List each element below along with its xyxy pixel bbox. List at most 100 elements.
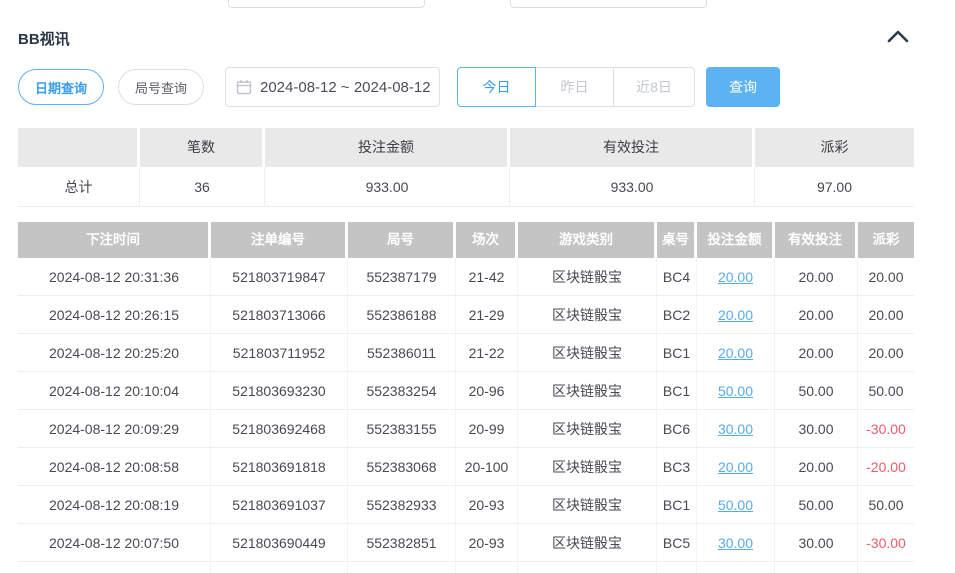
cell-bet-amount-link[interactable]: 30.00 [718, 535, 753, 551]
round-query-tab[interactable]: 局号查询 [118, 69, 204, 105]
summary-count: 36 [140, 167, 265, 207]
top-input-partial-1[interactable] [228, 0, 425, 8]
cell-bet-amount-link[interactable]: 20.00 [718, 307, 753, 323]
summary-total-row: 总计 36 933.00 933.00 97.00 [18, 167, 914, 207]
cell-game-type: 区块链骰宝 [518, 334, 657, 372]
cell-order-no: 521803713066 [211, 296, 348, 334]
table-row: 2024-08-12 20:25:20 521803711952 5523860… [18, 334, 914, 372]
summary-header-cell-count: 笔数 [140, 128, 265, 167]
table-row: 2024-08-12 20:31:36 521803719847 5523871… [18, 258, 914, 296]
cell-round-no: 552383068 [348, 448, 456, 486]
cell-bet-time: 2024-08-12 20:08:58 [18, 448, 211, 486]
cell-table-no: BC2 [657, 296, 697, 334]
summary-payout: 97.00 [755, 167, 914, 207]
cell-table-no: BC1 [657, 372, 697, 410]
cell-session: 21-22 [456, 334, 518, 372]
header-bet-amount: 投注金额 [697, 222, 775, 258]
header-table-no: 桌号 [657, 222, 697, 258]
cell-bet-amount-link[interactable]: 50.00 [718, 497, 753, 513]
cell-game-type: 区块链骰宝 [518, 372, 657, 410]
summary-header-cell-valid-bet: 有效投注 [510, 128, 755, 167]
bet-records-panel: BB视讯 日期查询 局号查询 2024-08-12 ~ 2024-08-12 今… [0, 0, 955, 573]
summary-total-label: 总计 [18, 167, 140, 207]
table-row: 2024-08-12 20:07:50 521803690449 5523828… [18, 524, 914, 562]
search-button[interactable]: 查询 [706, 67, 780, 107]
quick-range-group: 今日 昨日 近8日 [457, 67, 695, 107]
cell-payout: -30.00 [858, 410, 914, 448]
header-valid-bet: 有效投注 [775, 222, 858, 258]
table-row: 2024-08-12 20:10:04 521803693230 5523832… [18, 372, 914, 410]
cell-valid-bet: 50.00 [775, 486, 858, 524]
cell-valid-bet: 30.00 [775, 410, 858, 448]
top-input-partial-2[interactable] [510, 0, 707, 8]
cell-round-no: 552383155 [348, 410, 456, 448]
query-toolbar: 日期查询 局号查询 2024-08-12 ~ 2024-08-12 今日 昨日 … [0, 67, 955, 107]
date-query-tab[interactable]: 日期查询 [18, 69, 104, 105]
table-header-row: 下注时间 注单编号 局号 场次 游戏类别 桌号 投注金额 有效投注 派彩 [18, 222, 914, 258]
cell-order-no: 521803711952 [211, 334, 348, 372]
cell-order-no: 521803691818 [211, 448, 348, 486]
cell-bet-amount-link[interactable]: 20.00 [718, 459, 753, 475]
cell-valid-bet: 30.00 [775, 524, 858, 562]
cell-session: 20-93 [456, 524, 518, 562]
cell-order-no: 521803693230 [211, 372, 348, 410]
last8days-button[interactable]: 近8日 [613, 67, 695, 107]
cell-payout: 20.00 [858, 334, 914, 372]
cell-session: 21-29 [456, 296, 518, 334]
cell-table-no: BC6 [657, 410, 697, 448]
cell-valid-bet: 20.00 [775, 448, 858, 486]
cell-bet-amount-link[interactable]: 20.00 [718, 269, 753, 285]
cell-order-no: 521803690449 [211, 524, 348, 562]
table-row: 2024-08-12 20:09:29 521803692468 5523831… [18, 410, 914, 448]
cell-payout: 50.00 [858, 486, 914, 524]
cell-round-no: 552386011 [348, 334, 456, 372]
page-title: BB视讯 [18, 28, 70, 49]
yesterday-button[interactable]: 昨日 [535, 67, 614, 107]
cell-bet-time: 2024-08-12 20:26:15 [18, 296, 211, 334]
cell-game-type: 区块链骰宝 [518, 258, 657, 296]
table-row: 2024-08-12 20:26:15 521803713066 5523861… [18, 296, 914, 334]
table-row-partial [18, 562, 914, 573]
cell-table-no: BC5 [657, 524, 697, 562]
calendar-icon [236, 79, 252, 95]
cell-table-no: BC4 [657, 258, 697, 296]
cell-valid-bet: 20.00 [775, 334, 858, 372]
bet-records-table: 下注时间 注单编号 局号 场次 游戏类别 桌号 投注金额 有效投注 派彩 202… [18, 222, 914, 573]
header-game-type: 游戏类别 [518, 222, 657, 258]
summary-header-cell-bet-amount: 投注金额 [265, 128, 510, 167]
header-round-no: 局号 [348, 222, 456, 258]
summary-valid-bet: 933.00 [510, 167, 755, 207]
cell-bet-amount-link[interactable]: 30.00 [718, 421, 753, 437]
cell-order-no: 521803691037 [211, 486, 348, 524]
cell-payout: -30.00 [858, 524, 914, 562]
cell-payout: 50.00 [858, 372, 914, 410]
collapse-button[interactable] [884, 26, 912, 46]
cell-round-no: 552382933 [348, 486, 456, 524]
cell-table-no: BC1 [657, 334, 697, 372]
cell-game-type: 区块链骰宝 [518, 410, 657, 448]
date-range-value: 2024-08-12 ~ 2024-08-12 [260, 79, 431, 96]
cell-session: 20-100 [456, 448, 518, 486]
cell-game-type: 区块链骰宝 [518, 296, 657, 334]
cell-bet-time: 2024-08-12 20:31:36 [18, 258, 211, 296]
today-button[interactable]: 今日 [457, 67, 536, 107]
cell-order-no: 521803692468 [211, 410, 348, 448]
summary-header-cell-payout: 派彩 [755, 128, 914, 167]
cell-session: 20-96 [456, 372, 518, 410]
cell-valid-bet: 20.00 [775, 258, 858, 296]
summary-table: 笔数 投注金额 有效投注 派彩 总计 36 933.00 933.00 97.0… [18, 128, 914, 207]
cell-table-no: BC3 [657, 448, 697, 486]
chevron-up-icon [887, 30, 909, 43]
cell-valid-bet: 50.00 [775, 372, 858, 410]
cell-bet-amount-link[interactable]: 50.00 [718, 383, 753, 399]
header-payout: 派彩 [858, 222, 914, 258]
cell-bet-amount-link[interactable]: 20.00 [718, 345, 753, 361]
header-bet-time: 下注时间 [18, 222, 211, 258]
cell-bet-time: 2024-08-12 20:25:20 [18, 334, 211, 372]
cell-order-no: 521803719847 [211, 258, 348, 296]
cell-session: 20-93 [456, 486, 518, 524]
date-range-input[interactable]: 2024-08-12 ~ 2024-08-12 [225, 67, 440, 107]
cell-table-no: BC1 [657, 486, 697, 524]
table-row: 2024-08-12 20:08:19 521803691037 5523829… [18, 486, 914, 524]
cell-bet-time: 2024-08-12 20:10:04 [18, 372, 211, 410]
